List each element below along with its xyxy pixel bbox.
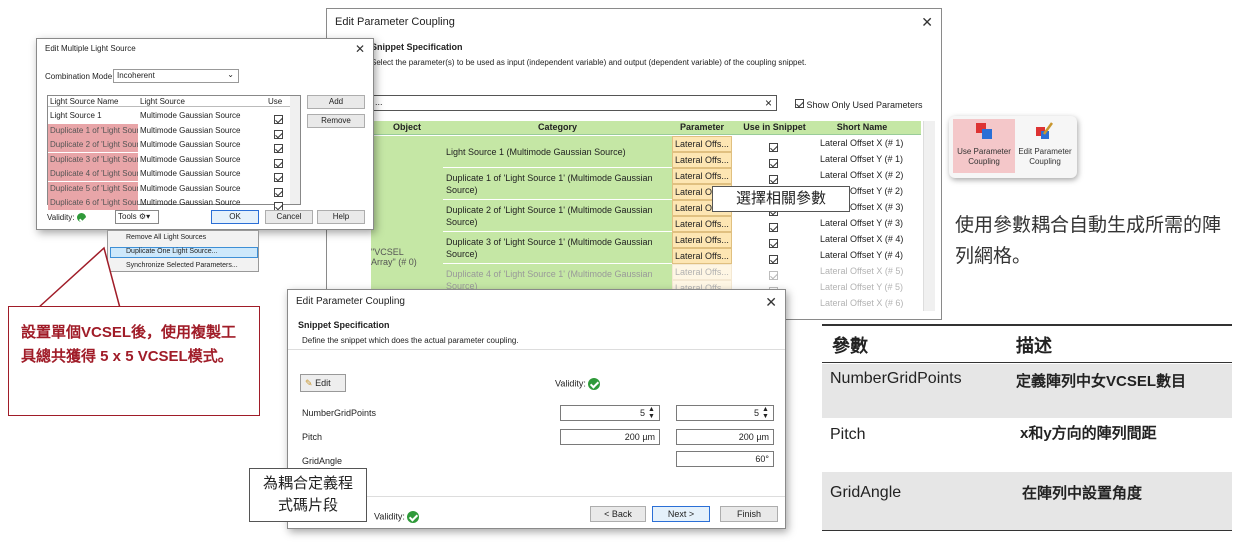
main-dialog-title: Edit Parameter Coupling [335,16,455,28]
numbergridpoints-input-1[interactable]: 5 [560,405,660,421]
check-icon [407,511,420,523]
toolbar-panel: Use Parameter Coupling Edit Parameter Coup… [949,116,1077,178]
pencil-icon: ✎ [305,378,313,388]
short-name-cell: Lateral Offset X (# 1) [820,138,904,148]
label-pitch: Pitch [302,432,323,442]
short-name-cell: Lateral Offset Y (# 1) [820,154,904,164]
label-gridangle: GridAngle [302,456,343,466]
remove-button[interactable]: Remove [307,114,365,128]
coupling-note-callout: 為耦合定義程式碼片段 [249,468,367,522]
edit-button[interactable]: ✎ Edit [300,374,346,392]
object-label: "VCSEL Array" (# 0) [371,247,417,267]
row-desc: x和y方向的陣列間距 [1020,425,1157,442]
category-cell: Duplicate 1 of 'Light Source 1' (Multimo… [443,168,672,200]
col-object[interactable]: Object [371,122,443,132]
use-label-1: Use Parameter [957,147,1011,156]
add-button[interactable]: Add [307,95,365,109]
use-label-2: Coupling [968,157,1000,166]
auto-generate-note: 使用參數耦合自動生成所需的陣列網格。 [955,215,1222,267]
pitch-input-1[interactable]: 200 µm [560,429,660,445]
close-icon[interactable]: ✕ [921,9,933,35]
col-use[interactable]: Use in Snippet [732,122,817,132]
col-category[interactable]: Category [443,122,672,132]
edit-label-2: Coupling [1029,157,1061,166]
snippet-section-title: Snippet Specification [298,320,390,330]
short-name-cell: Lateral Offset X (# 6) [820,298,904,308]
edit-label-1: Edit Parameter [1018,147,1072,156]
label-numbergridpoints: NumberGridPoints [302,408,377,418]
parameter-cell: Lateral Offs... [672,232,732,248]
gridangle-input[interactable]: 60° [676,451,774,467]
parameter-cell: Lateral Offs... [672,152,732,168]
help-button[interactable]: Help [317,210,365,224]
footer-validity: Validity: [374,511,420,523]
row-name: GridAngle [830,484,902,501]
main-section-title: Snippet Specification [371,42,463,52]
close-icon[interactable]: ✕ [765,290,777,314]
param-description-table: 參數 描述 NumberGridPoints 定義陣列中女VCSEL數目 Pit… [822,324,1232,532]
category-cell: Duplicate 3 of 'Light Source 1' (Multimo… [443,232,672,264]
snippet-description: Define the snippet which does the actual… [302,336,519,345]
parameter-cell: Lateral Offs... [672,248,732,264]
stepper-icon[interactable]: ▲ ▼ [648,406,655,420]
snippet-validity: Validity: [555,378,601,390]
row-desc: 定義陣列中女VCSEL數目 [1016,373,1187,390]
back-button[interactable]: < Back [590,506,646,522]
vcsel-note-callout: 設置單個VCSEL後，使用複製工具總共獲得 5 x 5 VCSEL模式。 [8,306,260,416]
stepper-icon[interactable]: ▲ ▼ [762,406,769,420]
edit-coupling-icon [1035,122,1054,140]
row-desc: 在陣列中設置角度 [1022,485,1143,502]
vcsel-note: 設置單個VCSEL後，使用複製工具總共獲得 5 x 5 VCSEL模式。 [21,324,237,365]
coupling-icon [975,122,993,140]
parameter-cell: Lateral Offs... [672,168,732,184]
parameter-cell: Lateral Offs... [672,216,732,232]
main-description: Select the parameter(s) to be used as in… [371,58,807,67]
clear-filter-icon[interactable]: × [765,96,772,110]
check-icon [588,378,601,390]
next-button[interactable]: Next > [652,506,710,522]
col-short-name[interactable]: Short Name [817,122,907,132]
select-params-callout: 選擇相關參數 [712,186,850,212]
header-desc: 描述 [1016,336,1052,356]
close-icon[interactable]: ✕ [355,39,365,59]
short-name-cell: Lateral Offset Y (# 3) [820,218,904,228]
short-name-cell: Lateral Offset X (# 4) [820,234,904,244]
header-param: 參數 [832,336,868,356]
row-name: NumberGridPoints [830,370,962,387]
short-name-cell: Lateral Offset X (# 2) [820,170,904,180]
finish-button[interactable]: Finish [720,506,778,522]
category-cell: Duplicate 2 of 'Light Source 1' (Multimo… [443,200,672,232]
use-parameter-coupling-button[interactable]: Use Parameter Coupling [953,119,1015,173]
parameter-cell: Lateral Offs... [672,136,732,152]
callout-pointer [37,246,121,309]
pitch-input-2[interactable]: 200 µm [676,429,774,445]
table-scrollbar[interactable] [923,121,935,311]
main-coupling-dialog: Edit Parameter Coupling ✕ Snippet Specif… [326,8,942,320]
short-name-cell: Lateral Offset Y (# 5) [820,282,904,292]
short-name-cell: Lateral Offset Y (# 4) [820,250,904,260]
filter-input[interactable]: ... × [371,95,777,111]
parameter-cell: Lateral Offs... [672,264,732,280]
numbergridpoints-input-2[interactable]: 5 [676,405,774,421]
short-name-cell: Lateral Offset X (# 5) [820,266,904,276]
row-name: Pitch [830,426,866,443]
show-only-used-checkbox[interactable]: Show Only Used Parameters [795,99,923,110]
category-cell: Light Source 1 (Multimode Gaussian Sourc… [443,136,672,168]
col-parameter[interactable]: Parameter [672,122,732,132]
snippet-dialog-title: Edit Parameter Coupling [296,296,405,307]
edit-parameter-coupling-button[interactable]: Edit Parameter Coupling [1015,119,1075,173]
